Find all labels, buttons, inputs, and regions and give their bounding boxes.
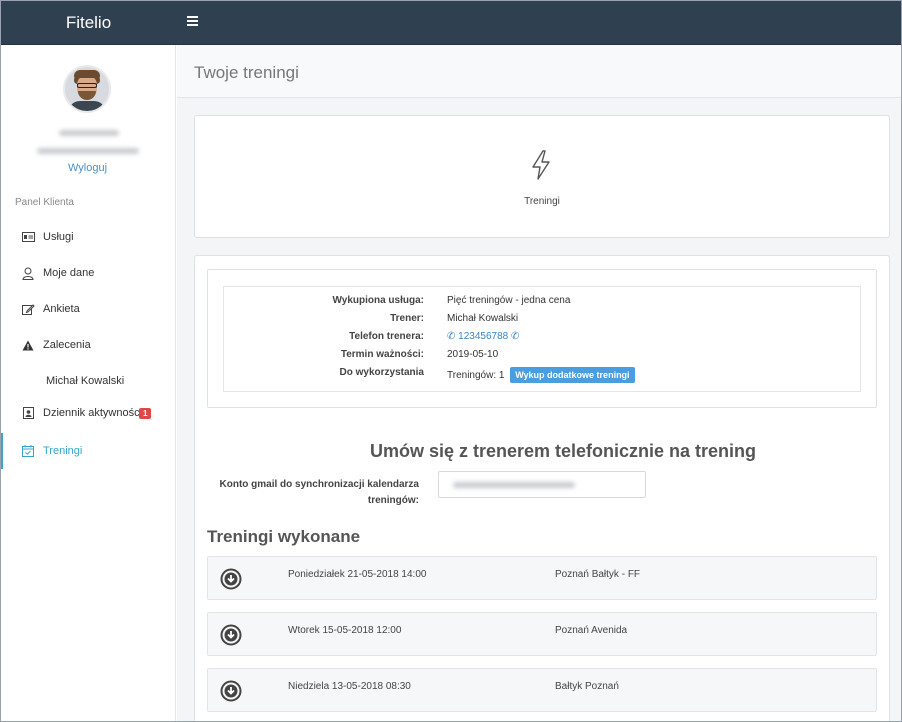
sidebar-item-zalecenia[interactable]: Zalecenia xyxy=(1,327,175,363)
sidebar-item-label: Moje dane xyxy=(43,267,95,279)
call-heading: Umów się z trenerem telefonicznie na tre… xyxy=(369,441,757,461)
info-key: Wykupiona usługa: xyxy=(332,295,425,306)
trainings-panel: Wykupiona usługa: Pięć treningów - jedna… xyxy=(194,255,890,721)
training-place: Poznań Avenida xyxy=(555,625,628,636)
phone-icon: ✆ xyxy=(511,331,520,342)
training-place: Bałtyk Poznań xyxy=(555,681,619,692)
info-key: Trener: xyxy=(390,313,424,324)
sidebar: Wyloguj Panel Klienta Usługi Moje dane A… xyxy=(1,45,176,721)
training-place: Poznań Bałtyk - FF xyxy=(555,569,641,580)
menu-toggle-icon[interactable] xyxy=(187,16,198,26)
journal-icon xyxy=(21,406,35,420)
info-value: Michał Kowalski xyxy=(447,313,519,324)
info-row-expiry: Termin ważności: 2019-05-10 xyxy=(224,349,862,367)
training-row: Poniedziałek 21-05-2018 14:00 Poznań Bał… xyxy=(207,556,877,600)
logout-link[interactable]: Wyloguj xyxy=(1,162,174,174)
id-card-icon xyxy=(21,230,35,244)
phone-link[interactable]: ✆ 123456788 ✆ xyxy=(447,331,519,342)
bolt-icon xyxy=(530,150,552,183)
user-icon xyxy=(21,266,35,280)
app-window: Fitelio Wyloguj Panel Klienta Usługi Moj… xyxy=(0,0,902,722)
avatar xyxy=(63,65,111,113)
sidebar-item-label: Dziennik aktywności xyxy=(43,407,140,419)
info-value-remaining: Treningów: 1 Wykup dodatkowe treningi xyxy=(447,367,635,383)
sidebar-item-moje-dane[interactable]: Moje dane xyxy=(1,255,175,291)
sidebar-item-treningi[interactable]: Treningi xyxy=(1,433,175,469)
done-heading: Treningi wykonane xyxy=(207,527,361,546)
sidebar-item-label: Treningi xyxy=(43,445,83,457)
info-row-remaining: Do wykorzystania Treningów: 1 Wykup doda… xyxy=(224,367,862,385)
main-content: Twoje treningi Treningi Wykupiona usługa… xyxy=(177,45,901,721)
user-email-redacted xyxy=(37,148,139,154)
service-info-box: Wykupiona usługa: Pięć treningów - jedna… xyxy=(207,269,877,408)
tile-label: Treningi xyxy=(524,196,560,207)
trainings-tile[interactable]: Treningi xyxy=(194,115,890,238)
edit-icon xyxy=(21,302,35,316)
training-datetime: Poniedziałek 21-05-2018 14:00 xyxy=(288,569,427,580)
sidebar-subitem-trainer[interactable]: Michał Kowalski xyxy=(46,375,124,387)
top-bar: Fitelio xyxy=(1,1,901,45)
sidebar-item-ankieta[interactable]: Ankieta xyxy=(1,291,175,327)
user-name-redacted xyxy=(59,130,119,136)
info-row-phone: Telefon trenera: ✆ 123456788 ✆ xyxy=(224,331,862,349)
info-row-service: Wykupiona usługa: Pięć treningów - jedna… xyxy=(224,295,862,313)
gmail-value-redacted xyxy=(453,482,575,488)
download-circle-icon[interactable] xyxy=(220,624,242,649)
notification-badge: 1 xyxy=(139,407,152,419)
sidebar-item-label: Ankieta xyxy=(43,303,80,315)
gmail-input[interactable] xyxy=(438,471,646,498)
gmail-label: Konto gmail do synchronizacji kalendarza… xyxy=(219,479,420,506)
remaining-count: Treningów: 1 xyxy=(447,370,505,381)
training-row: Niedziela 13-05-2018 08:30 Bałtyk Poznań xyxy=(207,668,877,712)
sidebar-item-label: Zalecenia xyxy=(43,339,91,351)
training-datetime: Wtorek 15-05-2018 12:00 xyxy=(288,625,402,636)
page-title: Twoje treningi xyxy=(194,63,299,82)
warning-icon xyxy=(21,338,35,352)
sidebar-item-uslugi[interactable]: Usługi xyxy=(1,219,175,255)
phone-number[interactable]: 123456788 xyxy=(458,331,508,342)
info-value: 2019-05-10 xyxy=(447,349,499,360)
sidebar-item-label: Usługi xyxy=(43,231,74,243)
phone-icon: ✆ xyxy=(447,331,456,342)
info-key: Do wykorzystania xyxy=(339,367,424,378)
info-value: Pięć treningów - jedna cena xyxy=(447,295,571,306)
page-header: Twoje treningi xyxy=(177,45,901,98)
training-row: Wtorek 15-05-2018 12:00 Poznań Avenida xyxy=(207,612,877,656)
download-circle-icon[interactable] xyxy=(220,680,242,705)
calendar-check-icon xyxy=(21,444,35,458)
brand-logo[interactable]: Fitelio xyxy=(1,1,176,45)
training-datetime: Niedziela 13-05-2018 08:30 xyxy=(288,681,411,692)
download-circle-icon[interactable] xyxy=(220,568,242,593)
buy-more-button[interactable]: Wykup dodatkowe treningi xyxy=(510,367,635,383)
info-row-trainer: Trener: Michał Kowalski xyxy=(224,313,862,331)
service-info-table: Wykupiona usługa: Pięć treningów - jedna… xyxy=(223,286,861,392)
sidebar-item-dziennik[interactable]: Dziennik aktywności 1 xyxy=(1,395,175,431)
info-key: Telefon trenera: xyxy=(349,331,424,342)
panel-section-label: Panel Klienta xyxy=(15,197,74,208)
info-key: Termin ważności: xyxy=(340,349,424,360)
